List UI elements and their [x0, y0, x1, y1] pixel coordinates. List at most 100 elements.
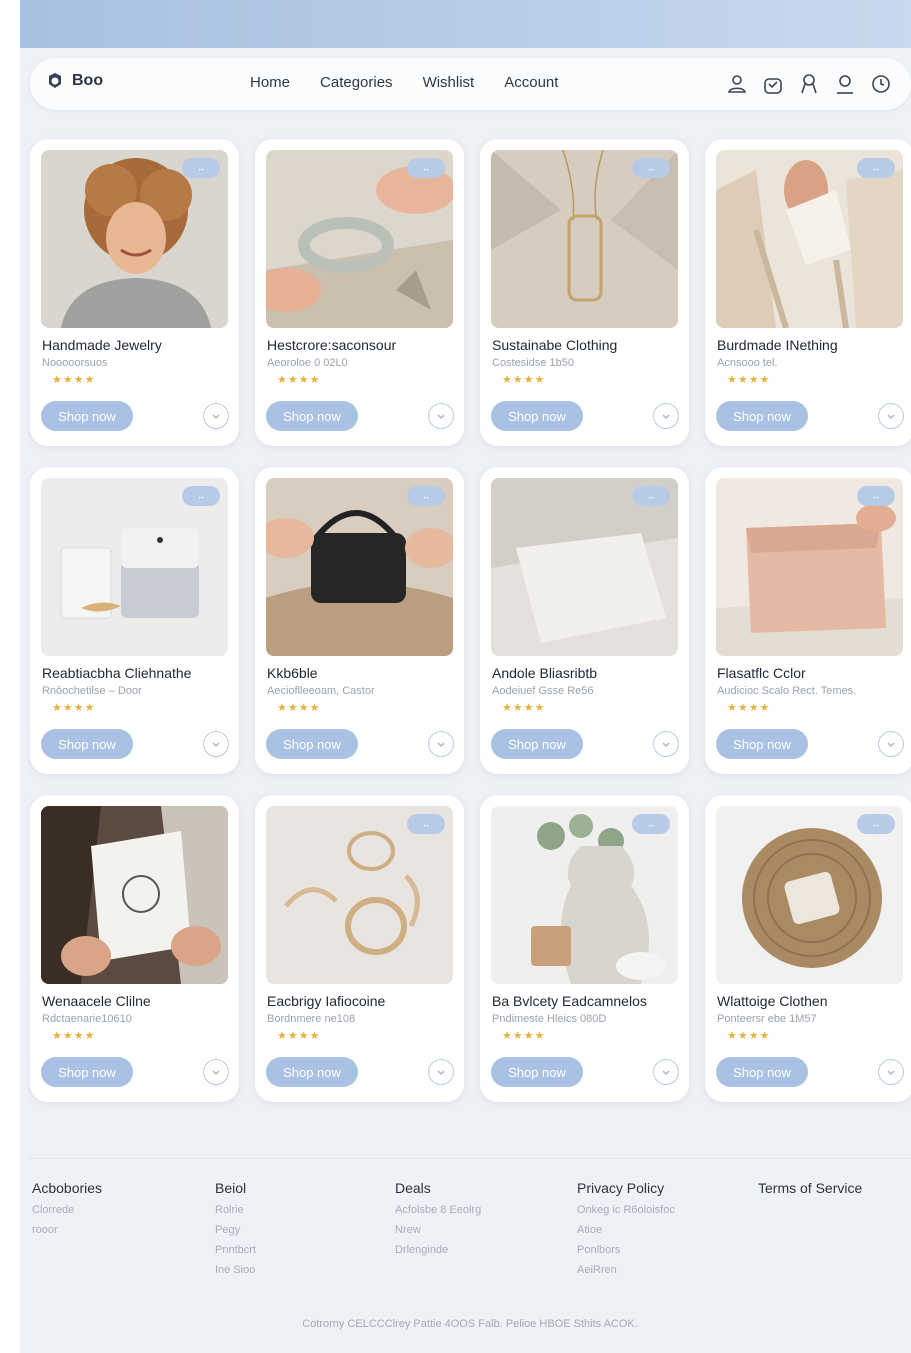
footer-link[interactable]: Drlenginde: [395, 1244, 481, 1256]
product-card[interactable]: ↔ Flasatflc Cclor Audicioc Scalo Rect. T…: [705, 467, 911, 774]
shop-now-button[interactable]: Shop now: [41, 401, 133, 431]
product-card[interactable]: ↔ Kkb6ble Aecioflleeoam, Castor ★★★★ Sho…: [255, 467, 464, 774]
footer-link[interactable]: Ponlbors: [577, 1244, 675, 1256]
footer-heading[interactable]: Terms of Service: [758, 1180, 862, 1196]
product-subtitle: Aeoroloe 0 02L0: [267, 357, 348, 369]
nav-link-categories[interactable]: Categories: [320, 74, 393, 91]
product-card[interactable]: ↔ Eacbrigy Iafiocoine Bordnmere ne108 ★★…: [255, 795, 464, 1102]
tag-icon[interactable]: ↔: [857, 486, 895, 506]
profile-icon[interactable]: [833, 72, 857, 96]
tag-icon[interactable]: ↔: [857, 814, 895, 834]
product-card[interactable]: ↔ Andole Bliasribtb Aodeiuef Gsse Re56 ★…: [480, 467, 689, 774]
chevron-down-icon[interactable]: [878, 1059, 904, 1085]
product-card[interactable]: ↔ Hestcrore:saconsour Aeoroloe 0 02L0 ★★…: [255, 139, 464, 446]
footer-column: Privacy Policy Onkeg ic R6oloisfoc Atioe…: [577, 1180, 675, 1284]
product-image[interactable]: ↔: [266, 478, 453, 656]
rating-stars: ★★★★: [502, 374, 546, 386]
chevron-down-icon[interactable]: [203, 731, 229, 757]
product-title: Reabtiacbha Cliehnathe: [42, 665, 192, 681]
footer-link[interactable]: Rolrie: [215, 1204, 256, 1216]
product-card[interactable]: ↔ Reabtiacbha Cliehnathe Rnôochetilse – …: [30, 467, 239, 774]
product-subtitle: Audicioc Scalo Rect. Temes.: [717, 685, 857, 697]
chevron-down-icon[interactable]: [653, 1059, 679, 1085]
product-image[interactable]: ↔: [266, 150, 453, 328]
chevron-down-icon[interactable]: [878, 731, 904, 757]
footer-heading: Acbobories: [32, 1180, 103, 1196]
tag-icon[interactable]: ↔: [407, 814, 445, 834]
product-card[interactable]: Wenaacele Clilne Rdctaenarie10610 ★★★★ S…: [30, 795, 239, 1102]
product-image[interactable]: [41, 806, 228, 984]
tag-icon[interactable]: ↔: [632, 814, 670, 834]
shop-now-button[interactable]: Shop now: [41, 1057, 133, 1087]
footer-column: Acbobories Clorrede rooor: [32, 1180, 102, 1244]
tag-icon[interactable]: ↔: [407, 158, 445, 178]
shop-now-button[interactable]: Shop now: [716, 729, 808, 759]
product-card[interactable]: ↔ Handmade Jewelry Nooooorsuos ★★★★ Shop…: [30, 139, 239, 446]
chevron-down-icon[interactable]: [203, 403, 229, 429]
shop-now-button[interactable]: Shop now: [491, 729, 583, 759]
nav-link-home[interactable]: Home: [250, 74, 290, 91]
bag-icon[interactable]: [761, 72, 785, 96]
tag-icon[interactable]: ↔: [182, 486, 220, 506]
chevron-down-icon[interactable]: [428, 403, 454, 429]
logo-icon: [49, 73, 61, 88]
rating-stars: ★★★★: [52, 702, 96, 714]
product-card[interactable]: ↔ Wlattoige Clothen Ponteersr ebe 1M57 ★…: [705, 795, 911, 1102]
tag-icon[interactable]: ↔: [632, 158, 670, 178]
nav-link-account[interactable]: Account: [504, 74, 558, 91]
nav-link-wishlist[interactable]: Wishlist: [423, 74, 475, 91]
footer-link[interactable]: Clorrede: [32, 1204, 102, 1216]
chevron-down-icon[interactable]: [203, 1059, 229, 1085]
footer-column: Deals Acfolsbe 8 Eeolrg Nrew Drlenginde: [395, 1180, 481, 1264]
footer-link[interactable]: Onkeg ic R6oloisfoc: [577, 1204, 675, 1216]
shop-now-button[interactable]: Shop now: [266, 1057, 358, 1087]
footer-link[interactable]: Nrew: [395, 1224, 481, 1236]
footer-heading: Deals: [395, 1180, 431, 1196]
clock-icon[interactable]: [869, 72, 893, 96]
tag-icon[interactable]: ↔: [857, 158, 895, 178]
shop-now-button[interactable]: Shop now: [266, 729, 358, 759]
footer-link[interactable]: Atioe: [577, 1224, 675, 1236]
product-image[interactable]: ↔: [491, 478, 678, 656]
product-image[interactable]: ↔: [491, 150, 678, 328]
chevron-down-icon[interactable]: [878, 403, 904, 429]
shop-now-button[interactable]: Shop now: [41, 729, 133, 759]
product-image[interactable]: ↔: [41, 150, 228, 328]
product-image[interactable]: ↔: [41, 478, 228, 656]
footer-link[interactable]: Ine Sioo: [215, 1264, 256, 1276]
shop-now-button[interactable]: Shop now: [491, 401, 583, 431]
shop-now-button[interactable]: Shop now: [716, 1057, 808, 1087]
product-image[interactable]: ↔: [716, 150, 903, 328]
product-card[interactable]: ↔ Ba Bvlcety Eadcamnelos Pndimeste Hleic…: [480, 795, 689, 1102]
footer-link[interactable]: AeiRren: [577, 1264, 675, 1276]
product-title: Eacbrigy Iafiocoine: [267, 993, 386, 1009]
product-card[interactable]: ↔ Sustainabe Clothing Costesidse 1b50 ★★…: [480, 139, 689, 446]
product-title: Hestcrore:saconsour: [267, 337, 397, 353]
chevron-down-icon[interactable]: [428, 1059, 454, 1085]
chevron-down-icon[interactable]: [653, 731, 679, 757]
tag-icon[interactable]: ↔: [182, 158, 220, 178]
product-image[interactable]: ↔: [716, 478, 903, 656]
footer-link[interactable]: rooor: [32, 1224, 102, 1236]
product-image[interactable]: ↔: [716, 806, 903, 984]
footer-link[interactable]: Acfolsbe 8 Eeolrg: [395, 1204, 481, 1216]
tag-icon[interactable]: ↔: [407, 486, 445, 506]
product-title: Burdmade INething: [717, 337, 838, 353]
chevron-down-icon[interactable]: [653, 403, 679, 429]
ribbon-icon[interactable]: [797, 72, 821, 96]
tag-icon[interactable]: ↔: [632, 486, 670, 506]
logo[interactable]: Boo: [46, 72, 103, 90]
product-subtitle: Rnôochetilse – Door: [42, 685, 142, 697]
product-image[interactable]: ↔: [266, 806, 453, 984]
product-card[interactable]: ↔ Burdmade INething Acnsooo tel. ★★★★ Sh…: [705, 139, 911, 446]
shop-now-button[interactable]: Shop now: [266, 401, 358, 431]
footer-link[interactable]: Pnntbcrt: [215, 1244, 256, 1256]
footer-heading[interactable]: Privacy Policy: [577, 1180, 675, 1196]
shop-now-button[interactable]: Shop now: [491, 1057, 583, 1087]
chevron-down-icon[interactable]: [428, 731, 454, 757]
product-image[interactable]: ↔: [491, 806, 678, 984]
product-title: Flasatflc Cclor: [717, 665, 806, 681]
shop-now-button[interactable]: Shop now: [716, 401, 808, 431]
user-icon[interactable]: [725, 72, 749, 96]
footer-link[interactable]: Pegy: [215, 1224, 256, 1236]
